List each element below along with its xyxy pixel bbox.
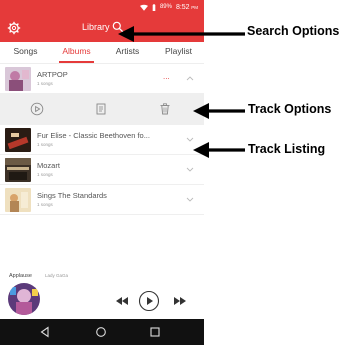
gear-icon[interactable] [7, 21, 21, 35]
home-icon[interactable] [94, 325, 108, 339]
play-circle-icon[interactable] [30, 102, 44, 116]
album-list: ARTPOP 1 songs ... Fur Elise - Classic B… [0, 64, 204, 215]
search-options-arrow [118, 26, 245, 42]
list-item[interactable]: Mozart 1 songs [0, 155, 204, 185]
play-icon[interactable] [138, 290, 160, 312]
chevron-down-icon[interactable] [186, 166, 194, 172]
more-options-button[interactable]: ... [163, 72, 170, 81]
note-icon[interactable] [94, 102, 108, 116]
now-playing-title: Applause [9, 273, 32, 279]
album-name: Sings The Standards [37, 191, 107, 200]
album-art [5, 67, 31, 91]
phone-screen: 89% 8:52 PM Library Songs Albums Artists… [0, 0, 204, 345]
annotation-track-listing: Track Listing [248, 142, 326, 156]
wifi-icon [139, 4, 148, 11]
album-art [5, 188, 31, 212]
annotation-search-options: Search Options [247, 24, 340, 38]
album-name: Fur Elise - Classic Beethoven fo... [37, 131, 150, 140]
song-count: 1 songs [37, 202, 53, 207]
chevron-up-icon[interactable] [186, 75, 194, 81]
tab-albums[interactable]: Albums [51, 42, 102, 63]
chevron-down-icon[interactable] [186, 196, 194, 202]
battery-level: 89% [159, 4, 172, 10]
library-tabs: Songs Albums Artists Playlist [0, 42, 204, 64]
back-icon[interactable] [38, 325, 52, 339]
fast-forward-icon[interactable] [168, 290, 190, 312]
list-item[interactable]: Fur Elise - Classic Beethoven fo... 1 so… [0, 125, 204, 155]
list-item[interactable]: ARTPOP 1 songs ... [0, 64, 204, 94]
track-listing-arrow [193, 142, 245, 158]
now-playing-artist: Lady GaGa [45, 273, 69, 278]
track-options-bar [0, 94, 204, 125]
status-bar: 89% 8:52 PM [0, 0, 204, 14]
album-art [5, 128, 31, 152]
album-name: ARTPOP [37, 70, 68, 79]
album-art [5, 158, 31, 182]
song-count: 1 songs [37, 81, 53, 86]
song-count: 1 songs [37, 142, 53, 147]
list-item[interactable]: Sings The Standards 1 songs [0, 185, 204, 215]
tab-artists[interactable]: Artists [102, 42, 153, 63]
android-nav-bar [0, 319, 204, 345]
clock: 8:52 PM [175, 3, 198, 11]
page-title: Library [82, 22, 110, 32]
trash-icon[interactable] [158, 102, 172, 116]
battery-icon [152, 3, 156, 11]
album-name: Mozart [37, 161, 60, 170]
recents-icon[interactable] [148, 325, 162, 339]
tab-playlist[interactable]: Playlist [153, 42, 204, 63]
track-options-arrow [193, 103, 245, 119]
annotation-track-options: Track Options [248, 102, 332, 116]
mini-player[interactable]: Applause Lady GaGa [0, 268, 204, 318]
song-count: 1 songs [37, 172, 53, 177]
tab-songs[interactable]: Songs [0, 42, 51, 63]
rewind-icon[interactable] [112, 290, 134, 312]
now-playing-art [8, 283, 40, 315]
